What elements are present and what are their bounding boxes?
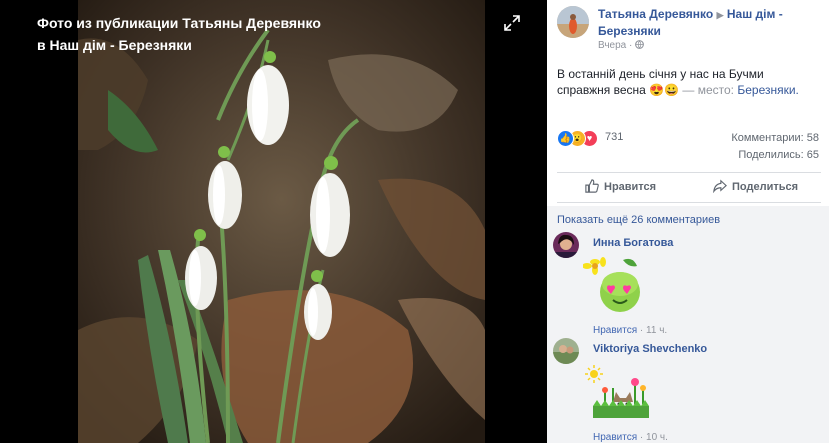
comments-count[interactable]: Комментарии: 58: [731, 132, 819, 144]
comment-actions: Нравится · 11 ч.: [593, 325, 668, 336]
comment-like-link[interactable]: Нравится: [593, 432, 637, 443]
post-author-line: Татьяна Деревянко ▶ Наш дім - Березняки: [598, 6, 828, 39]
share-button[interactable]: Поделиться: [713, 179, 799, 194]
cat-in-garden-sticker[interactable]: [583, 362, 653, 431]
post-stats: 👍 😮 ♥ 731 Комментарии: 58 Поделились: 65: [557, 130, 821, 166]
expand-arrows-icon[interactable]: [503, 14, 521, 32]
post-panel: Татьяна Деревянко ▶ Наш дім - Березняки …: [547, 0, 829, 443]
heart-eyes-flower-sticker[interactable]: [582, 254, 647, 323]
like-label: Нравится: [604, 181, 657, 193]
place-prefix: — место:: [682, 83, 734, 97]
divider: [557, 172, 821, 173]
avatar[interactable]: [553, 338, 579, 364]
author-name-link[interactable]: Татьяна Деревянко: [598, 7, 713, 21]
reaction-count[interactable]: 731: [605, 131, 623, 143]
place-link[interactable]: Березняки.: [737, 83, 799, 97]
comment-like-link[interactable]: Нравится: [593, 325, 637, 336]
divider: [557, 202, 821, 203]
photo-viewer: Фото из публикации Татьяны Деревянко в Н…: [0, 0, 547, 443]
photo-title: Фото из публикации Татьяны Деревянко в Н…: [37, 15, 321, 53]
post-time[interactable]: Вчера: [598, 40, 626, 51]
thumbs-up-icon: [585, 179, 604, 193]
share-arrow-icon: [713, 179, 732, 194]
comment-actions: Нравится · 10 ч.: [593, 432, 668, 443]
comment-author[interactable]: Viktoriya Shevchenko: [593, 343, 707, 355]
share-label: Поделиться: [732, 181, 799, 193]
post-photo[interactable]: [78, 0, 485, 443]
comment-author[interactable]: Инна Богатова: [593, 237, 673, 249]
shares-count[interactable]: Поделились: 65: [738, 149, 819, 161]
comments-section: Показать ещё 26 комментариев Инна Богато…: [547, 206, 829, 443]
snowdrops-image: [78, 0, 485, 443]
post-meta: Вчера ·: [598, 40, 645, 51]
post-header: Татьяна Деревянко ▶ Наш дім - Березняки …: [557, 6, 823, 54]
comment-time[interactable]: 11 ч.: [646, 325, 667, 336]
comment-time[interactable]: 10 ч.: [646, 432, 668, 443]
like-icon: 👍: [557, 130, 574, 147]
post-actions: Нравится Поделиться: [557, 176, 821, 198]
show-more-comments-link[interactable]: Показать ещё 26 комментариев: [557, 214, 720, 226]
like-button[interactable]: Нравится: [585, 179, 656, 193]
avatar[interactable]: [553, 232, 579, 258]
globe-icon: [635, 40, 645, 51]
post-text: В останній день січня у нас на Бучми спр…: [557, 66, 819, 98]
triangle-right-icon: ▶: [716, 10, 724, 20]
author-avatar[interactable]: [557, 6, 589, 38]
